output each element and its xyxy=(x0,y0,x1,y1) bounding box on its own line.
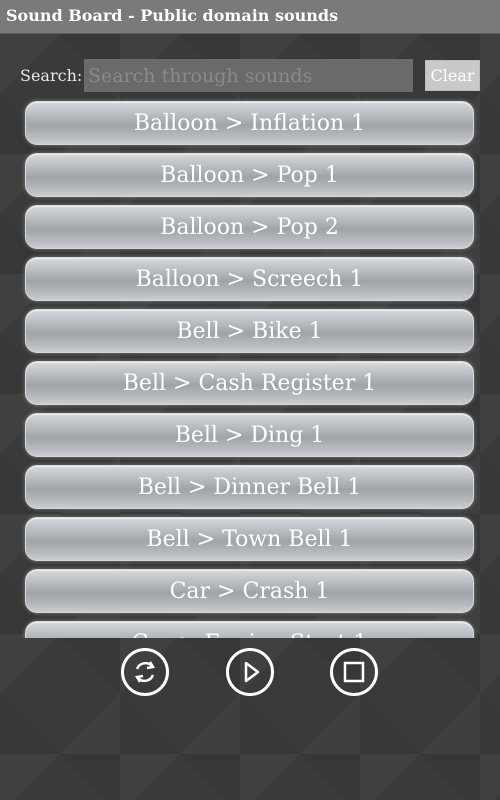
playback-controls xyxy=(0,648,500,700)
play-button[interactable] xyxy=(226,648,274,696)
clear-button[interactable]: Clear xyxy=(425,60,480,91)
sound-list[interactable]: Balloon > Inflation 1 Balloon > Pop 1 Ball… xyxy=(20,98,480,638)
sound-button[interactable]: Bell > Cash Register 1 xyxy=(25,361,474,405)
search-input[interactable] xyxy=(84,59,413,92)
sound-button[interactable]: Car > Crash 1 xyxy=(25,569,474,613)
sound-button[interactable]: Car > Engine Start 1 xyxy=(25,621,474,638)
stop-icon xyxy=(343,661,365,683)
sound-button[interactable]: Bell > Ding 1 xyxy=(25,413,474,457)
search-label: Search: xyxy=(20,66,83,85)
sound-button[interactable]: Bell > Bike 1 xyxy=(25,309,474,353)
title-bar: Sound Board - Public domain sounds xyxy=(0,0,500,34)
sound-button[interactable]: Balloon > Inflation 1 xyxy=(25,101,474,145)
stop-button[interactable] xyxy=(330,648,378,696)
sound-button[interactable]: Balloon > Pop 1 xyxy=(25,153,474,197)
play-icon xyxy=(244,661,260,683)
sound-button[interactable]: Balloon > Pop 2 xyxy=(25,205,474,249)
sound-button[interactable]: Balloon > Screech 1 xyxy=(25,257,474,301)
sound-button[interactable]: Bell > Town Bell 1 xyxy=(25,517,474,561)
refresh-icon xyxy=(134,661,156,683)
refresh-button[interactable] xyxy=(121,648,169,696)
sound-button[interactable]: Bell > Dinner Bell 1 xyxy=(25,465,474,509)
app-title: Sound Board - Public domain sounds xyxy=(6,6,339,25)
